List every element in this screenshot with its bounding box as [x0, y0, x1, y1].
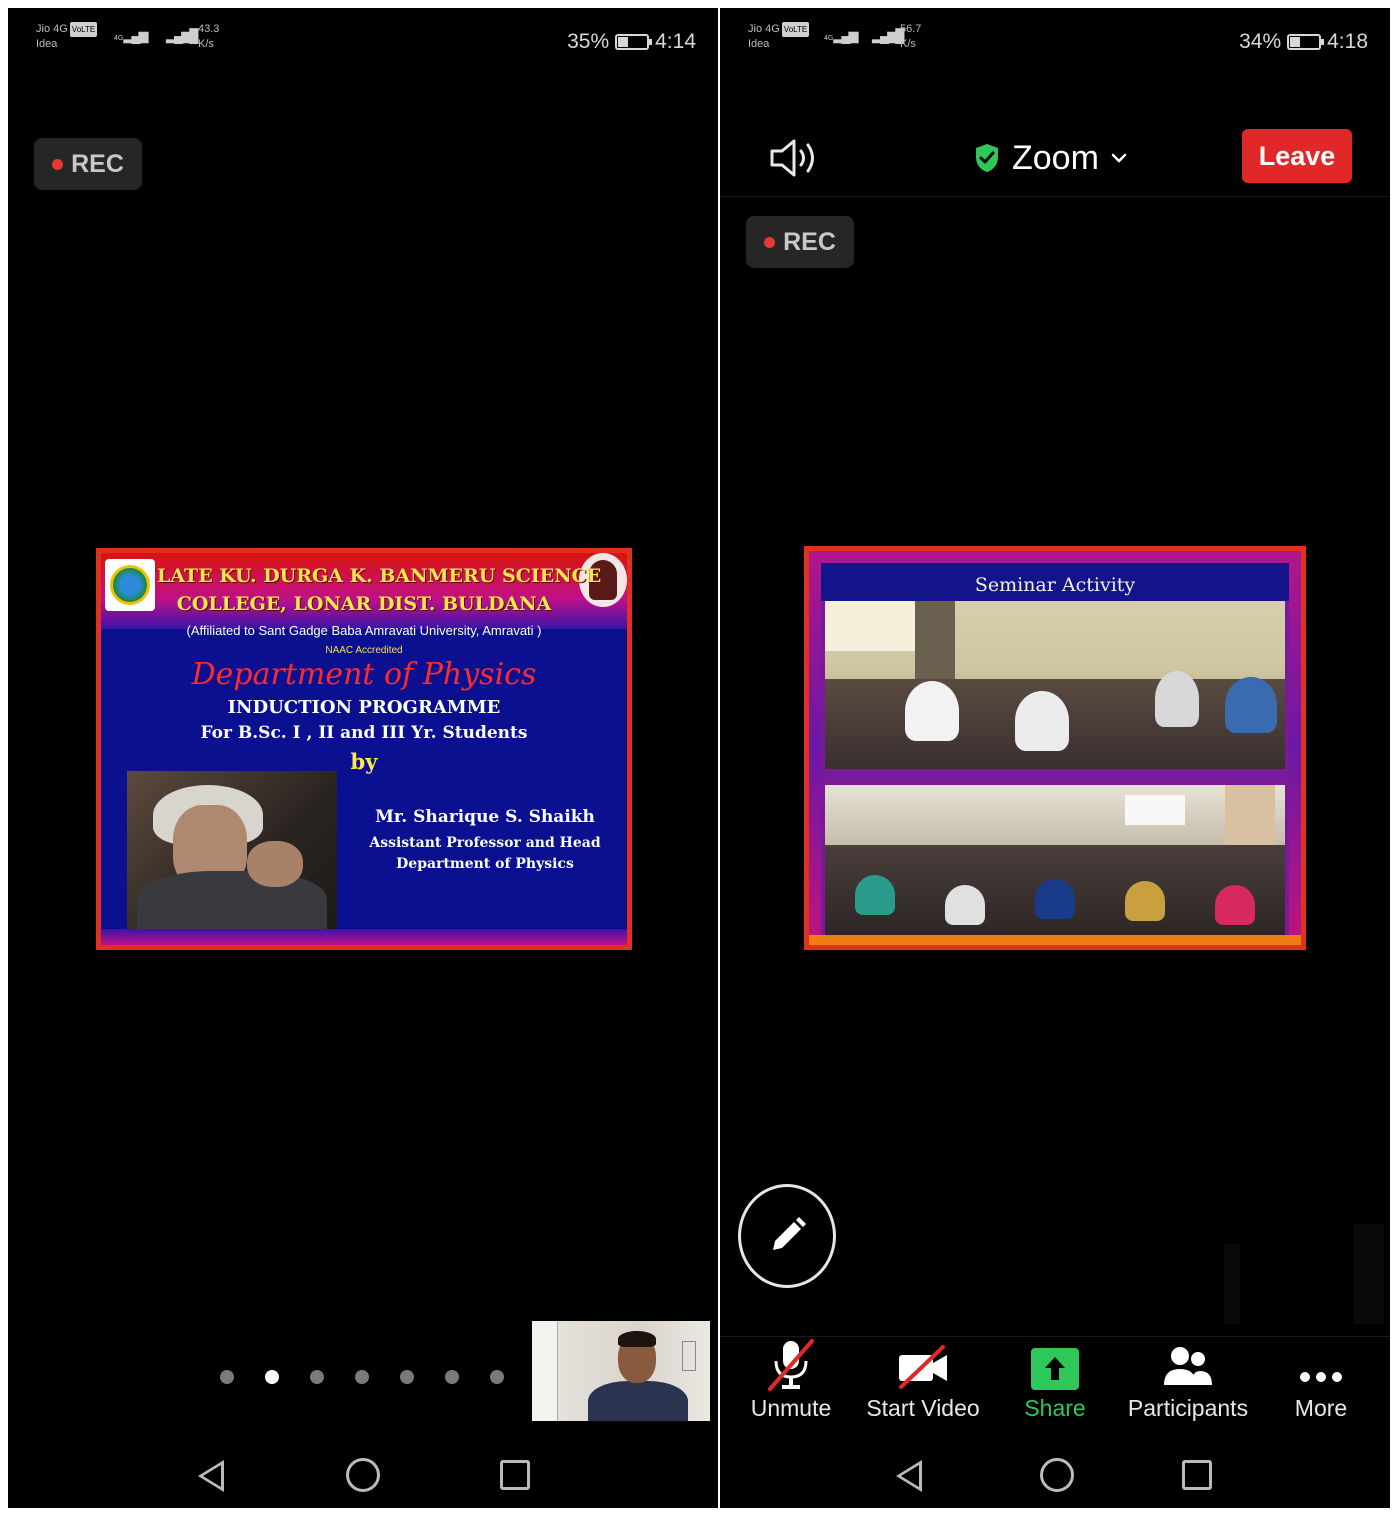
page-dot[interactable]	[355, 1370, 369, 1384]
speed-unit: K/s	[900, 38, 916, 50]
video-off-icon	[899, 1345, 947, 1389]
network-speed: 43.3 K/s	[198, 22, 219, 52]
signal-icon: 4G▂▄▆	[824, 28, 859, 43]
page-dot[interactable]	[490, 1370, 504, 1384]
shield-check-icon	[976, 144, 998, 172]
rec-dot-icon	[764, 236, 776, 248]
nav-back-icon[interactable]	[198, 1460, 224, 1492]
share-arrow-icon	[1031, 1348, 1079, 1390]
battery-icon	[1287, 34, 1325, 50]
status-bar: Jio 4G VoLTE Idea 4G▂▄▆ ▂▄▆█ 56.7 K/s 34%…	[720, 22, 1390, 62]
microphone-muted-icon	[768, 1339, 814, 1391]
speed-value: 43.3	[198, 23, 220, 35]
rec-label: REC	[783, 227, 836, 256]
page-dot[interactable]	[400, 1370, 414, 1384]
network-speed: 56.7 K/s	[900, 22, 921, 52]
department-title: Department of Physics	[191, 657, 537, 692]
clock: 4:14	[655, 30, 696, 53]
presenter-department: Department of Physics	[396, 856, 574, 872]
share-button[interactable]: Share	[1016, 1337, 1094, 1422]
battery-fill	[618, 37, 628, 47]
einstein-portrait	[127, 771, 337, 931]
nav-home-icon[interactable]	[1040, 1458, 1074, 1492]
signal-icon: 4G▂▄▆	[114, 28, 149, 43]
participants-button[interactable]: Participants	[1118, 1337, 1258, 1422]
speed-unit: K/s	[198, 38, 214, 50]
presenter-name: Mr. Sharique S. Shaikh	[375, 807, 595, 827]
nav-back-icon[interactable]	[896, 1460, 922, 1492]
seminar-photo-1	[825, 601, 1285, 769]
affiliation-text: (Affiliated to Sant Gadge Baba Amravati …	[186, 623, 542, 638]
battery-clock: 35% 4:14	[567, 30, 696, 54]
meeting-title: Zoom	[1012, 138, 1099, 177]
college-name-line1: LATE KU. DURGA K. BANMERU SCIENCE	[157, 565, 602, 587]
status-bar: Jio 4G VoLTE Idea 4G▂▄▆ ▂▄▆█ 43.3 K/s 35%…	[8, 22, 718, 62]
unmute-button[interactable]: Unmute	[748, 1337, 834, 1422]
volte-badge: VoLTE	[69, 22, 98, 37]
rec-label: REC	[71, 149, 124, 178]
carrier-name: Jio 4G	[748, 23, 780, 35]
carrier-name-2: Idea	[36, 38, 58, 50]
college-name-line2: COLLEGE, LONAR DIST. BULDANA	[176, 593, 552, 615]
page-dot[interactable]	[310, 1370, 324, 1384]
clock: 4:18	[1327, 30, 1368, 53]
more-dots-icon	[1300, 1372, 1342, 1382]
shared-slide-seminar: Seminar Activity	[804, 546, 1306, 950]
speaker-icon[interactable]	[768, 136, 824, 180]
pencil-icon	[773, 1217, 806, 1250]
carrier-info: Jio 4G VoLTE Idea	[748, 22, 810, 52]
topbar-divider	[720, 196, 1390, 197]
start-video-label: Start Video	[866, 1395, 980, 1421]
android-nav-bar	[720, 1452, 1390, 1500]
page-dot[interactable]	[445, 1370, 459, 1384]
leave-button[interactable]: Leave	[1242, 129, 1352, 183]
battery-percent: 34%	[1239, 30, 1282, 53]
nav-recents-icon[interactable]	[500, 1460, 530, 1490]
battery-clock: 34% 4:18	[1239, 30, 1368, 54]
annotate-button[interactable]	[738, 1184, 836, 1288]
rec-dot-icon	[52, 158, 64, 170]
chevron-down-icon	[1111, 153, 1127, 163]
share-label: Share	[1024, 1395, 1086, 1421]
page-dot[interactable]	[265, 1370, 279, 1384]
nav-home-icon[interactable]	[346, 1458, 380, 1492]
slide-title: Seminar Activity	[821, 563, 1289, 601]
android-nav-bar	[8, 1452, 718, 1500]
carrier-name: Jio 4G	[36, 23, 68, 35]
battery-percent: 35%	[567, 30, 610, 53]
unmute-label: Unmute	[750, 1395, 832, 1421]
programme-title: INDUCTION PROGRAMME	[227, 697, 501, 718]
battery-fill	[1290, 37, 1300, 47]
speed-value: 56.7	[900, 23, 922, 35]
nav-recents-icon[interactable]	[1182, 1460, 1212, 1490]
naac-text: NAAC Accredited	[325, 645, 403, 656]
signal-icon-2: ▂▄▆█	[166, 28, 198, 43]
participants-label: Participants	[1127, 1395, 1249, 1421]
slide-footer-band	[101, 929, 627, 945]
students-line: For B.Sc. I , II and III Yr. Students	[200, 723, 528, 743]
page-dot[interactable]	[220, 1370, 234, 1384]
right-phone-screen: Jio 4G VoLTE Idea 4G▂▄▆ ▂▄▆█ 56.7 K/s 34%…	[720, 8, 1390, 1508]
signal-icon-2: ▂▄▆█	[872, 28, 904, 43]
left-phone-screen: Jio 4G VoLTE Idea 4G▂▄▆ ▂▄▆█ 43.3 K/s 35%…	[8, 8, 718, 1508]
carrier-name-2: Idea	[748, 38, 770, 50]
page-indicator[interactable]	[220, 1370, 504, 1384]
more-button[interactable]: More	[1286, 1337, 1356, 1422]
seminar-photo-2	[825, 785, 1285, 945]
self-video-thumbnail[interactable]	[532, 1321, 710, 1421]
presenter-role: Assistant Professor and Head	[369, 835, 601, 851]
meeting-toolbar: Unmute Start Video Share Participants Mo…	[720, 1336, 1390, 1436]
meeting-title-dropdown[interactable]: Zoom	[974, 136, 1127, 180]
start-video-button[interactable]: Start Video	[860, 1337, 986, 1422]
shared-slide-induction: LATE KU. DURGA K. BANMERU SCIENCE COLLEG…	[96, 548, 632, 950]
carrier-info: Jio 4G VoLTE Idea	[36, 22, 98, 52]
rec-indicator: REC	[34, 138, 142, 190]
background-participant-video	[1220, 1224, 1390, 1324]
slide-footer-band	[809, 935, 1301, 945]
volte-badge: VoLTE	[781, 22, 810, 37]
rec-indicator: REC	[746, 216, 854, 268]
more-label: More	[1294, 1395, 1348, 1421]
participants-icon	[1164, 1347, 1212, 1385]
battery-icon	[615, 34, 653, 50]
